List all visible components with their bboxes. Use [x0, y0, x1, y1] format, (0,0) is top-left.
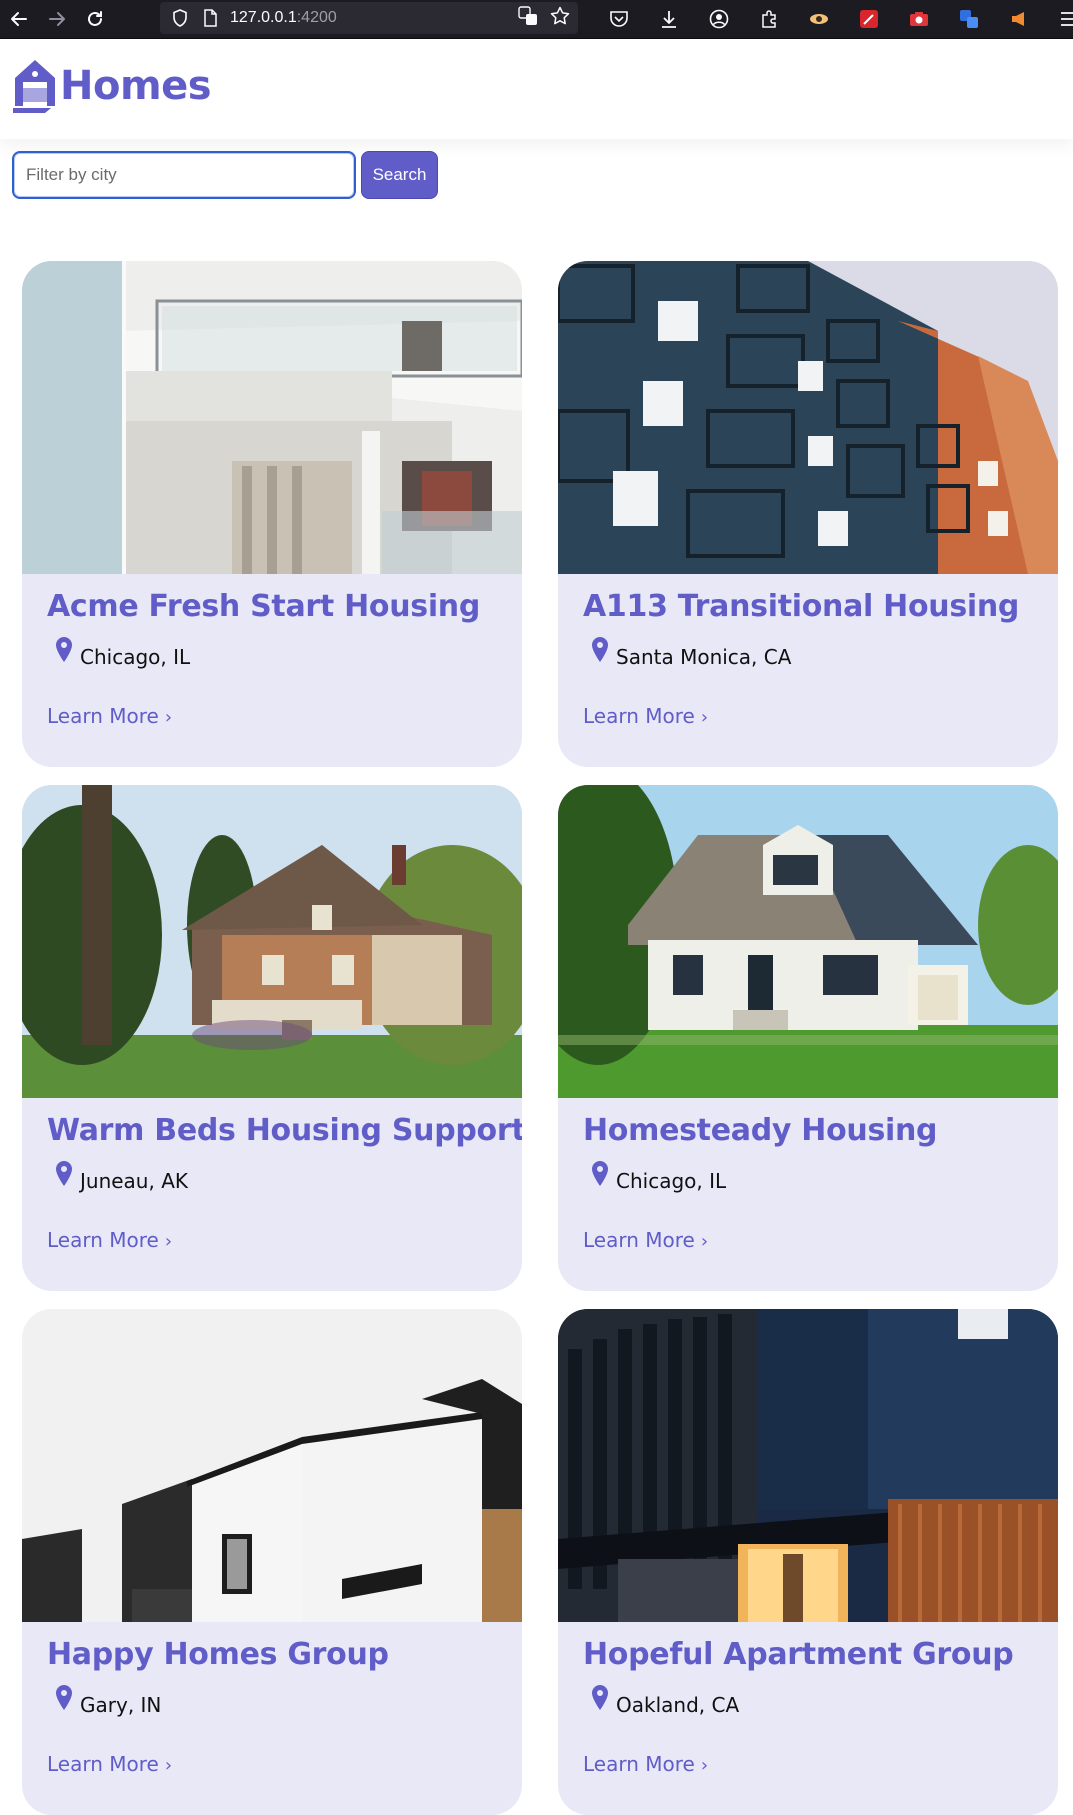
learn-more-link[interactable]: Learn More ›	[583, 704, 708, 728]
learn-more-label: Learn More	[47, 704, 159, 728]
chevron-right-icon: ›	[164, 707, 173, 728]
brand[interactable]: Homes	[12, 58, 212, 114]
learn-more-label: Learn More	[583, 704, 695, 728]
listing-card: Happy Homes Group Gary, IN Learn More ›	[22, 1309, 522, 1815]
location-text: Chicago, IL	[616, 1169, 727, 1193]
city-filter-input[interactable]	[12, 151, 356, 199]
house-logo-icon	[13, 60, 55, 113]
learn-more-link[interactable]: Learn More ›	[583, 1228, 708, 1252]
learn-more-link[interactable]: Learn More ›	[47, 704, 172, 728]
listing-photo	[22, 261, 522, 574]
pen-extension-icon[interactable]	[850, 0, 888, 38]
listing-card: A113 Transitional Housing Santa Monica, …	[558, 261, 1058, 767]
learn-more-link[interactable]: Learn More ›	[47, 1228, 172, 1252]
listing-title: Hopeful Apartment Group	[583, 1637, 1014, 1672]
camera-extension-icon[interactable]	[900, 0, 938, 38]
account-icon[interactable]	[700, 0, 738, 38]
chevron-right-icon: ›	[700, 707, 709, 728]
listing-photo	[558, 1309, 1058, 1622]
listing-card: Warm Beds Housing Support Juneau, AK Lea…	[22, 785, 522, 1291]
page-icon[interactable]	[198, 6, 222, 30]
listing-photo	[22, 785, 522, 1098]
listing-card: Homesteady Housing Chicago, IL Learn Mor…	[558, 785, 1058, 1291]
extensions-icon[interactable]	[750, 0, 788, 38]
menu-icon[interactable]	[1050, 0, 1073, 38]
megaphone-extension-icon[interactable]	[1000, 0, 1038, 38]
learn-more-link[interactable]: Learn More ›	[583, 1752, 708, 1776]
listing-title: Warm Beds Housing Support	[47, 1113, 522, 1148]
search-button[interactable]: Search	[361, 151, 438, 199]
chevron-right-icon: ›	[700, 1231, 709, 1252]
brand-name: Homes	[60, 63, 212, 109]
location-pin-icon	[592, 1161, 608, 1186]
listing-card: Acme Fresh Start Housing Chicago, IL Lea…	[22, 261, 522, 767]
location-text: Chicago, IL	[80, 645, 191, 669]
location-pin-icon	[592, 637, 608, 662]
listing-location: Juneau, AK	[54, 1161, 188, 1193]
shield-icon[interactable]	[168, 6, 192, 30]
chevron-right-icon: ›	[700, 1755, 709, 1776]
listing-title: Homesteady Housing	[583, 1113, 938, 1148]
learn-more-link[interactable]: Learn More ›	[47, 1752, 172, 1776]
location-text: Oakland, CA	[616, 1693, 740, 1717]
location-text: Juneau, AK	[80, 1169, 188, 1193]
search-form: Search	[12, 151, 438, 199]
location-pin-icon	[56, 637, 72, 662]
bookmark-star-icon[interactable]	[550, 6, 570, 30]
location-pin-icon	[592, 1685, 608, 1710]
learn-more-label: Learn More	[47, 1752, 159, 1776]
location-pin-icon	[56, 1161, 72, 1186]
listing-title: Happy Homes Group	[47, 1637, 389, 1672]
reload-icon[interactable]	[76, 0, 114, 38]
app-header: Homes	[0, 39, 1073, 139]
url-text: 127.0.0.1:4200	[230, 9, 337, 26]
listings-grid: Acme Fresh Start Housing Chicago, IL Lea…	[22, 261, 1060, 1815]
listing-photo	[558, 785, 1058, 1098]
listing-card: Hopeful Apartment Group Oakland, CA Lear…	[558, 1309, 1058, 1815]
chevron-right-icon: ›	[164, 1755, 173, 1776]
location-text: Gary, IN	[80, 1693, 162, 1717]
back-icon[interactable]	[0, 0, 38, 38]
translate-extension-icon[interactable]	[950, 0, 988, 38]
location-text: Santa Monica, CA	[616, 645, 792, 669]
download-icon[interactable]	[650, 0, 688, 38]
translate-icon[interactable]	[518, 6, 538, 30]
learn-more-label: Learn More	[583, 1752, 695, 1776]
url-bar[interactable]: 127.0.0.1:4200	[160, 2, 578, 34]
location-pin-icon	[56, 1685, 72, 1710]
learn-more-label: Learn More	[583, 1228, 695, 1252]
chevron-right-icon: ›	[164, 1231, 173, 1252]
listing-photo	[558, 261, 1058, 574]
listing-photo	[22, 1309, 522, 1622]
listing-location: Gary, IN	[54, 1685, 162, 1717]
pocket-icon[interactable]	[600, 0, 638, 38]
learn-more-label: Learn More	[47, 1228, 159, 1252]
listing-title: Acme Fresh Start Housing	[47, 589, 481, 624]
listing-location: Oakland, CA	[590, 1685, 740, 1717]
eye-extension-icon[interactable]	[800, 0, 838, 38]
listing-location: Santa Monica, CA	[590, 637, 792, 669]
forward-icon[interactable]	[38, 0, 76, 38]
listing-title: A113 Transitional Housing	[583, 589, 1020, 624]
listing-location: Chicago, IL	[54, 637, 191, 669]
listing-location: Chicago, IL	[590, 1161, 727, 1193]
